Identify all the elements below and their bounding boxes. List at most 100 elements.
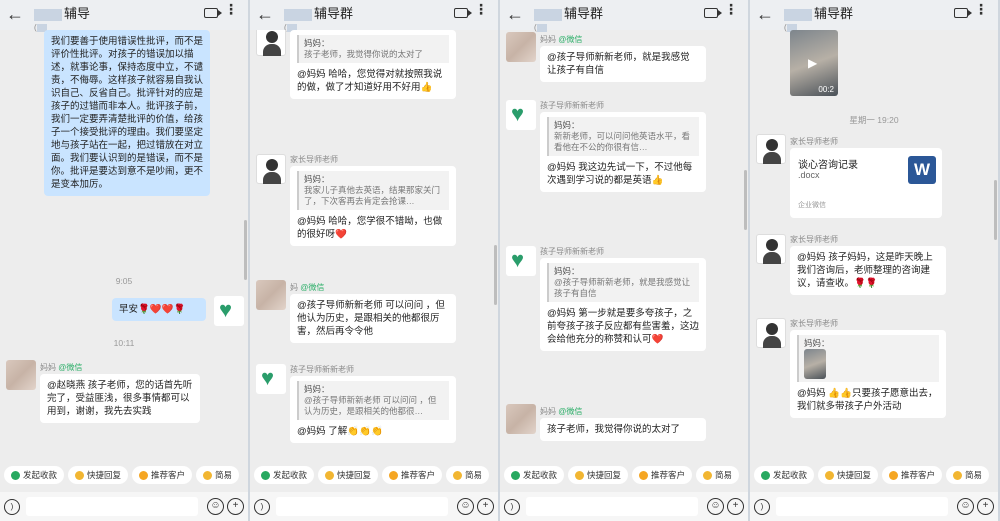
voice-icon[interactable]: ) bbox=[254, 498, 270, 515]
avatar-logo-icon[interactable] bbox=[506, 246, 536, 276]
message-bubble-outgoing[interactable]: 我们要善于使用错误性批评，而不是评价性批评。对孩子的错误加以描述，就事论事，保持… bbox=[44, 30, 210, 196]
plus-icon[interactable]: + bbox=[477, 498, 494, 515]
voice-icon[interactable]: ) bbox=[754, 498, 770, 515]
scrollbar[interactable] bbox=[744, 170, 747, 230]
sender-name: 孩子导师新新老师 bbox=[540, 101, 604, 110]
scrollbar[interactable] bbox=[994, 180, 997, 240]
message-bubble-incoming[interactable]: @孩子导师新新老师 可以问问 ，但他认为历史，是跟相关的他都很厉害，然后再令令他 bbox=[290, 294, 456, 343]
voice-icon[interactable]: ) bbox=[4, 498, 20, 515]
quick-reply-button[interactable]: 快捷回复 bbox=[568, 466, 629, 484]
simple-button[interactable]: 简易 bbox=[946, 466, 990, 484]
simple-icon bbox=[203, 470, 213, 480]
video-call-icon[interactable] bbox=[454, 8, 472, 18]
recommend-icon bbox=[389, 470, 399, 480]
collect-payment-button[interactable]: 发起收款 bbox=[754, 466, 815, 484]
quick-toolbar: 发起收款 快捷回复 推荐客户 简易 bbox=[500, 462, 748, 488]
collect-payment-button[interactable]: 发起收款 bbox=[4, 466, 65, 484]
emoji-icon[interactable]: ☺ bbox=[957, 498, 974, 515]
avatar[interactable] bbox=[6, 360, 36, 390]
video-thumbnail[interactable]: ▶ 00:2 bbox=[790, 30, 838, 96]
back-arrow-icon[interactable]: ← bbox=[756, 4, 774, 25]
recommend-customer-button[interactable]: 推荐客户 bbox=[882, 466, 943, 484]
input-bar: ) ☺ + bbox=[250, 492, 498, 521]
sender-name: 妈妈 @微信 bbox=[540, 35, 583, 44]
chat-area: 我们要善于使用错误性批评，而不是评价性批评。对孩子的错误加以描述，就事论事，保持… bbox=[0, 30, 248, 460]
avatar[interactable] bbox=[756, 234, 786, 264]
simple-button[interactable]: 简易 bbox=[446, 466, 490, 484]
payment-icon bbox=[511, 470, 520, 480]
message-bubble-incoming[interactable]: 妈妈： 我家儿子真他去英语，结果那家关门了，下次客再去肯定会抢课… @妈妈 哈哈，… bbox=[290, 166, 456, 246]
message-input[interactable] bbox=[526, 497, 698, 516]
recommend-customer-button[interactable]: 推荐客户 bbox=[132, 466, 193, 484]
message-bubble-incoming[interactable]: @妈妈 孩子妈妈，这是昨天晚上我们咨询后，老师整理的咨询建议，请查收。🌹🌹 bbox=[790, 246, 946, 295]
recommend-customer-button[interactable]: 推荐客户 bbox=[382, 466, 443, 484]
simple-button[interactable]: 简易 bbox=[196, 466, 240, 484]
collect-payment-button[interactable]: 发起收款 bbox=[504, 466, 565, 484]
message-input[interactable] bbox=[26, 497, 198, 516]
sender-name: 家长导师老师 bbox=[790, 319, 838, 328]
message-bubble-incoming[interactable]: 孩子老师，我觉得你说的太对了 bbox=[540, 418, 706, 441]
plus-icon[interactable]: + bbox=[977, 498, 994, 515]
sender-name: 妈妈 @微信 bbox=[40, 363, 83, 372]
title-bar: ← 辅导群 ( ⋮ bbox=[250, 0, 498, 32]
more-menu-icon[interactable]: ⋮ bbox=[724, 2, 738, 16]
plus-icon[interactable]: + bbox=[227, 498, 244, 515]
quick-reply-button[interactable]: 快捷回复 bbox=[68, 466, 129, 484]
video-call-icon[interactable] bbox=[954, 8, 972, 18]
chat-title: 辅导 ( bbox=[34, 3, 164, 32]
avatar[interactable] bbox=[256, 154, 286, 184]
voice-icon[interactable]: ) bbox=[504, 498, 520, 515]
scrollbar[interactable] bbox=[244, 220, 247, 280]
message-input[interactable] bbox=[276, 497, 448, 516]
quick-reply-button[interactable]: 快捷回复 bbox=[818, 466, 879, 484]
video-call-icon[interactable] bbox=[704, 8, 722, 18]
more-menu-icon[interactable]: ⋮ bbox=[974, 2, 988, 16]
input-bar: ) ☺ + bbox=[750, 492, 998, 521]
video-call-icon[interactable] bbox=[204, 8, 222, 18]
recommend-customer-button[interactable]: 推荐客户 bbox=[632, 466, 693, 484]
message-bubble-incoming[interactable]: @孩子导师新新老师，就是我感觉让孩子有自信 bbox=[540, 46, 706, 82]
chat-title-text: 辅导群 bbox=[314, 6, 354, 21]
screenshot: ← 辅导 ( ⋮ 我们要善于使用错误性批评，而不是评价性批评。对孩子的错误加以描… bbox=[0, 0, 1000, 521]
quick-reply-button[interactable]: 快捷回复 bbox=[318, 466, 379, 484]
message-bubble-outgoing[interactable]: 早安🌹❤️❤️🌹 bbox=[112, 298, 206, 321]
timestamp: 10:11 bbox=[113, 338, 135, 348]
message-bubble-incoming[interactable]: 妈妈： @妈妈 👍👍只要孩子愿意出去，我们就多带孩子户外活动 bbox=[790, 330, 946, 418]
emoji-icon[interactable]: ☺ bbox=[707, 498, 724, 515]
avatar[interactable] bbox=[756, 134, 786, 164]
redacted-block bbox=[534, 8, 562, 21]
scrollbar[interactable] bbox=[494, 245, 497, 305]
message-bubble-incoming[interactable]: 妈妈： 孩子老师，我觉得你说的太对了 @妈妈 哈哈，您觉得对就按照我说的做，做了才… bbox=[290, 30, 456, 99]
back-arrow-icon[interactable]: ← bbox=[506, 4, 524, 25]
avatar-logo-icon[interactable] bbox=[256, 364, 286, 394]
avatar[interactable] bbox=[506, 404, 536, 434]
message-bubble-incoming[interactable]: 妈妈： @孩子导师新新老师，就是我感觉让孩子有自信 @妈妈 第一步就是要多夸孩子，… bbox=[540, 258, 706, 351]
avatar-logo-icon[interactable] bbox=[214, 296, 244, 326]
chat-panel-4: ← 辅导群 ( ⋮ ▶ 00:2 星期一 19:20 家长导师老师 谈心咨询记录… bbox=[750, 0, 998, 521]
file-attachment[interactable]: 谈心咨询记录 .docx 企业微信 W bbox=[790, 148, 942, 218]
message-bubble-incoming[interactable]: 妈妈： @孩子导师新新老师 可以问问 ，但认为历史，是跟相关的他都很… @妈妈 了… bbox=[290, 376, 456, 443]
message-bubble-incoming[interactable]: @赵晓燕 孩子老师，您的话首先听完了，受益匪浅，很多事情都可以用到，谢谢，我先去… bbox=[40, 374, 200, 423]
back-arrow-icon[interactable]: ← bbox=[6, 4, 24, 25]
more-menu-icon[interactable]: ⋮ bbox=[474, 2, 488, 16]
avatar[interactable] bbox=[756, 318, 786, 348]
emoji-icon[interactable]: ☺ bbox=[207, 498, 224, 515]
emoji-icon[interactable]: ☺ bbox=[457, 498, 474, 515]
more-menu-icon[interactable]: ⋮ bbox=[224, 2, 238, 16]
message-text: @妈妈 了解👏👏👏 bbox=[297, 426, 383, 437]
message-bubble-incoming[interactable]: 妈妈： 新新老师，可以问问他英语水平，看看他在不公的你很有信… @妈妈 我这边先试… bbox=[540, 112, 706, 192]
avatar[interactable] bbox=[506, 32, 536, 62]
collect-payment-button[interactable]: 发起收款 bbox=[254, 466, 315, 484]
simple-button[interactable]: 简易 bbox=[696, 466, 740, 484]
recommend-icon bbox=[889, 470, 899, 480]
quick-toolbar: 发起收款 快捷回复 推荐客户 简易 bbox=[0, 462, 248, 488]
reply-icon bbox=[575, 470, 585, 480]
back-arrow-icon[interactable]: ← bbox=[256, 4, 274, 25]
message-input[interactable] bbox=[776, 497, 948, 516]
file-ext: .docx bbox=[798, 170, 820, 180]
avatar[interactable] bbox=[256, 280, 286, 310]
avatar-logo-icon[interactable] bbox=[506, 100, 536, 130]
plus-icon[interactable]: + bbox=[727, 498, 744, 515]
message-text: @赵晓燕 孩子老师，您的话首先听完了，受益匪浅，很多事情都可以用到，谢谢，我先去… bbox=[47, 380, 193, 417]
avatar[interactable] bbox=[256, 30, 286, 56]
